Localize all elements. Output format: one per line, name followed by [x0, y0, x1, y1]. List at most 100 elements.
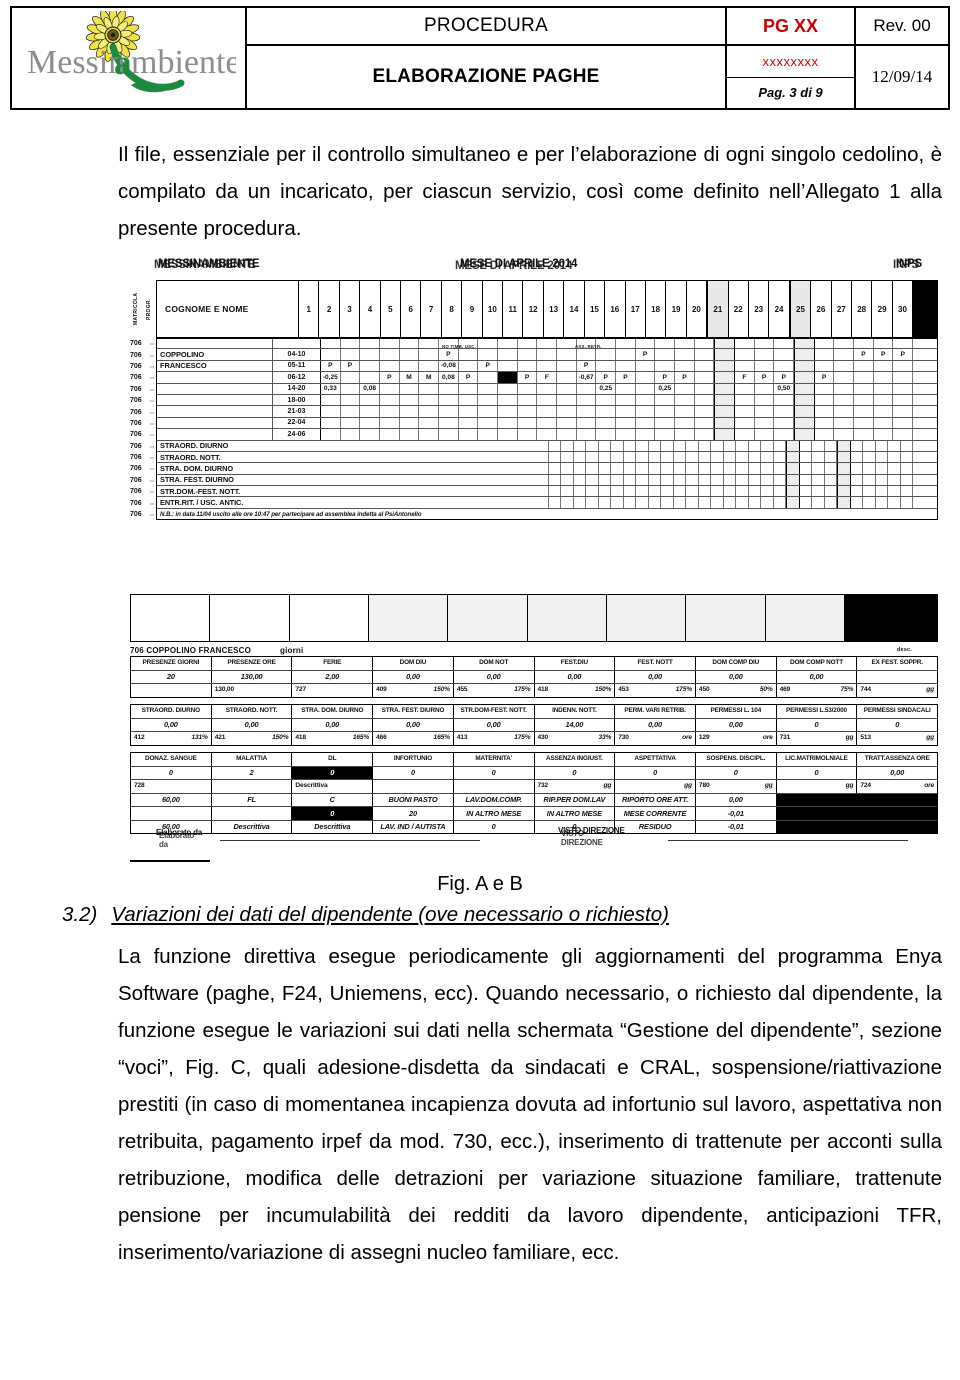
day-cell-6	[599, 497, 612, 508]
summary3-value-7: 0	[696, 766, 777, 779]
day-cell-29	[888, 463, 901, 474]
summary2-header-6: PERM. VARI RETRIB.	[615, 705, 696, 718]
day-cell-16	[616, 429, 636, 440]
day-cell-11: P	[518, 372, 538, 383]
day-cell-1	[537, 497, 549, 508]
day-cell-22	[735, 360, 755, 372]
overtime-label: ENTR.RIT. / USC. ANTIC.	[160, 498, 244, 508]
matricola-cell: 706	[130, 340, 142, 348]
blank-table-band	[130, 594, 938, 642]
day-cell-4	[380, 339, 400, 349]
day-cell-20	[695, 383, 715, 394]
day-cell-22	[735, 417, 755, 429]
day-cell-20	[774, 486, 787, 497]
day-cell-12	[537, 417, 558, 429]
day-cell-25	[794, 429, 815, 440]
day-cell-24	[825, 440, 838, 451]
day-cell-24	[774, 417, 795, 429]
day-header-12: 12	[523, 281, 544, 337]
day-cell-24	[774, 349, 795, 360]
day-cell-15	[711, 474, 724, 486]
day-cell-15	[711, 440, 724, 451]
summary2-value-4: 0,00	[454, 718, 535, 731]
employee-name-cell: COPPOLINO	[157, 349, 273, 360]
day-header-19: 19	[666, 281, 687, 337]
day-cell-30	[893, 372, 914, 383]
day-cell-26	[851, 440, 864, 451]
blank-black-block	[844, 595, 937, 641]
day-cell-10	[498, 339, 518, 349]
day-cell-7: P	[439, 349, 459, 360]
day-cell-19	[675, 406, 695, 417]
day-cell-17	[636, 429, 656, 440]
progressive-cell: ==	[149, 375, 155, 381]
row-tail	[913, 349, 937, 359]
day-cell-13	[557, 429, 577, 440]
scan-period-ghost: MESE DI APRILE 2014	[455, 260, 573, 272]
summary-3-row6: 60,00 Descrittiva Descrittiva LAV. IND / AU…	[131, 820, 938, 833]
shift-code-cell: 21-03	[273, 406, 321, 417]
day-cell-8	[459, 429, 479, 440]
day-cell-6	[419, 394, 440, 406]
day-cell-19	[675, 383, 695, 394]
day-cell-13	[686, 497, 699, 508]
progressive-cell: ==	[149, 386, 155, 392]
matricola-cell: 706	[130, 431, 142, 439]
progressive-cell: ==	[149, 409, 155, 415]
blank-cell	[765, 595, 845, 641]
day-cell-21	[786, 486, 800, 497]
revision-label: Rev. 00	[873, 16, 931, 35]
timesheet-row: 706 == STR.DOM.-FEST. NOTT.	[130, 486, 938, 498]
day-cell-18: 0,25	[655, 383, 676, 394]
day-cell-6	[599, 486, 612, 497]
day-cell-1	[537, 440, 549, 451]
day-header-24: 24	[769, 281, 790, 337]
day-cell-13	[686, 440, 699, 451]
day-cell-11	[518, 406, 538, 417]
day-cell-3	[360, 372, 381, 383]
day-cell-1	[321, 339, 341, 349]
row-content	[156, 338, 938, 350]
row-tail	[913, 384, 937, 394]
summary2-value-8: 0	[777, 718, 858, 731]
day-cell-23	[755, 339, 775, 349]
day-cell-10	[649, 463, 662, 474]
day-cell-18	[655, 349, 676, 360]
summary2-value-5: 14,00	[535, 718, 616, 731]
summary1-value-7: 0,00	[696, 670, 777, 683]
day-cell-12	[537, 406, 558, 417]
day-cell-29	[874, 339, 894, 349]
day-cell-29	[874, 372, 894, 383]
day-cells	[321, 417, 914, 429]
day-cell-3	[561, 474, 574, 486]
day-cell-15	[596, 394, 617, 406]
day-cell-8	[624, 497, 637, 508]
day-cell-5	[586, 451, 599, 463]
day-header-box: COGNOME E NOME 1 2 3 4 5 6 7 8 9 10 11 12 13 14 15 16 17…	[156, 280, 938, 338]
header-info: PROCEDURA PG XX Rev. 00 ELABORAZIONE PAG…	[247, 8, 948, 108]
svg-text:Messin: Messin	[27, 44, 125, 81]
day-grid-header: MATRICOLA PROGR. COGNOME E NOME 12345678…	[130, 280, 938, 338]
summary2-header-4: STR.DOM-FEST. NOTT.	[454, 705, 535, 718]
day-cell-22	[735, 383, 755, 394]
day-header-25: 25	[789, 281, 812, 337]
day-cell-15	[596, 349, 617, 360]
day-cell-19	[761, 497, 774, 508]
day-cell-15	[711, 451, 724, 463]
progressive-cell: ==	[149, 466, 155, 472]
bottom-short-rule	[130, 860, 210, 862]
matricola-cell: 706	[130, 397, 142, 405]
day-cell-19	[675, 417, 695, 429]
day-header-20: 20	[687, 281, 708, 337]
day-cell-16	[724, 497, 737, 508]
sunflower-logo-icon: Messin a mbiente	[27, 11, 236, 93]
day-cell-28	[876, 440, 889, 451]
day-cell-29	[874, 406, 894, 417]
day-cell-21	[714, 394, 736, 406]
summary1-code-2: 727	[292, 684, 374, 697]
day-cell-17: P	[636, 349, 656, 360]
signature-left-ghost: Elaborato da	[159, 831, 195, 849]
day-cells	[537, 440, 914, 451]
section-title: Variazioni dei dati del dipendente (ove …	[111, 903, 669, 926]
day-cell-11	[518, 394, 538, 406]
